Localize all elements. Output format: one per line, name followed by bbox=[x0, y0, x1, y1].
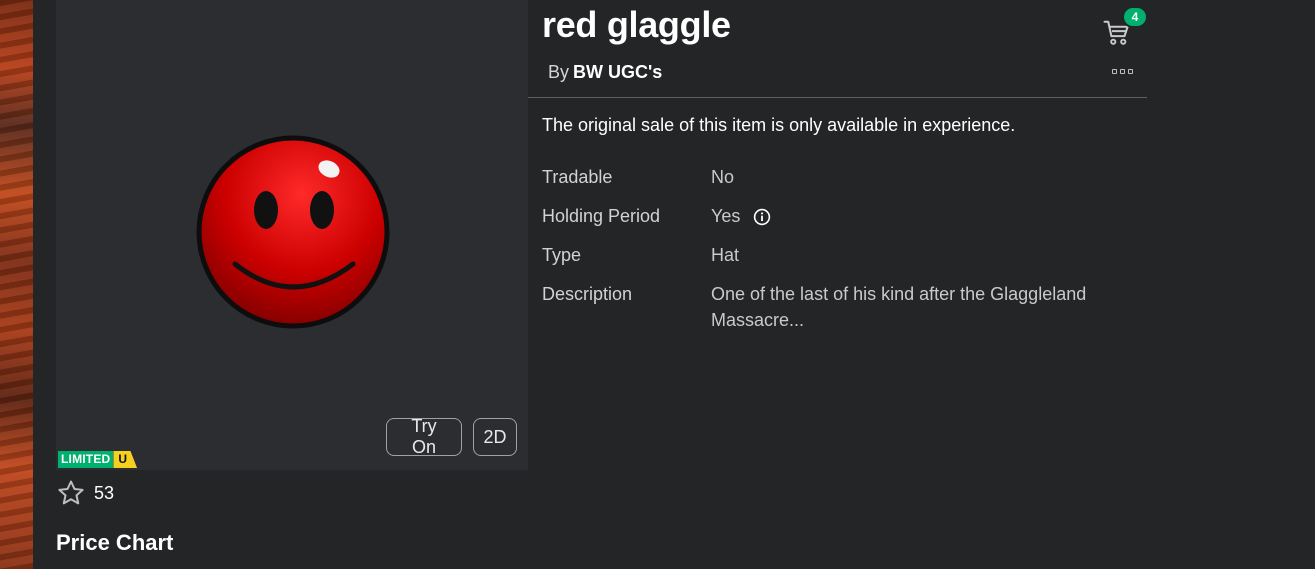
header-divider bbox=[528, 97, 1147, 98]
limited-badge: LIMITED U bbox=[58, 451, 138, 468]
detail-value: Hat bbox=[711, 245, 740, 265]
more-options-icon[interactable] bbox=[1109, 62, 1135, 80]
background-art bbox=[0, 0, 33, 569]
detail-value-wrap: Yes bbox=[711, 203, 1131, 229]
detail-label: Holding Period bbox=[542, 206, 661, 226]
smiley-hat-image bbox=[196, 135, 390, 329]
item-page: LIMITED U Try On 2D 53 Price Chart red g… bbox=[33, 0, 1315, 569]
item-details: Tradable No Holding Period Yes Type Hat … bbox=[542, 164, 1142, 346]
creator-byline: By BW UGC's bbox=[548, 62, 662, 83]
by-prefix: By bbox=[548, 62, 570, 82]
detail-row-holding-period: Holding Period Yes bbox=[542, 203, 1142, 229]
cart-button[interactable]: 4 bbox=[1100, 6, 1154, 46]
detail-label: Description bbox=[542, 284, 633, 304]
info-icon[interactable] bbox=[753, 208, 771, 226]
star-outline-icon[interactable] bbox=[56, 478, 86, 508]
cart-count-badge: 4 bbox=[1122, 6, 1148, 28]
toggle-2d-button[interactable]: 2D bbox=[473, 418, 517, 456]
favorite-count: 53 bbox=[94, 482, 115, 503]
item-title: red glaggle bbox=[542, 4, 731, 45]
creator-link[interactable]: BW UGC's bbox=[573, 62, 662, 82]
detail-label: Type bbox=[542, 245, 582, 265]
detail-label: Tradable bbox=[542, 167, 613, 187]
try-on-button[interactable]: Try On bbox=[386, 416, 462, 457]
favorite-toggle[interactable]: 53 bbox=[56, 478, 114, 508]
detail-value: No bbox=[711, 167, 735, 187]
sale-notice: The original sale of this item is only a… bbox=[542, 115, 1016, 135]
detail-row-description: Description One of the last of his kind … bbox=[542, 281, 1142, 333]
detail-row-tradable: Tradable No bbox=[542, 164, 1142, 190]
price-chart-heading: Price Chart bbox=[56, 530, 174, 555]
limited-unique-label: U bbox=[113, 451, 138, 468]
detail-value: One of the last of his kind after the Gl… bbox=[711, 284, 1087, 330]
detail-value: Yes bbox=[711, 206, 741, 226]
limited-label: LIMITED bbox=[58, 451, 114, 468]
detail-row-type: Type Hat bbox=[542, 242, 1142, 268]
item-thumbnail: LIMITED U Try On 2D bbox=[56, 0, 528, 470]
